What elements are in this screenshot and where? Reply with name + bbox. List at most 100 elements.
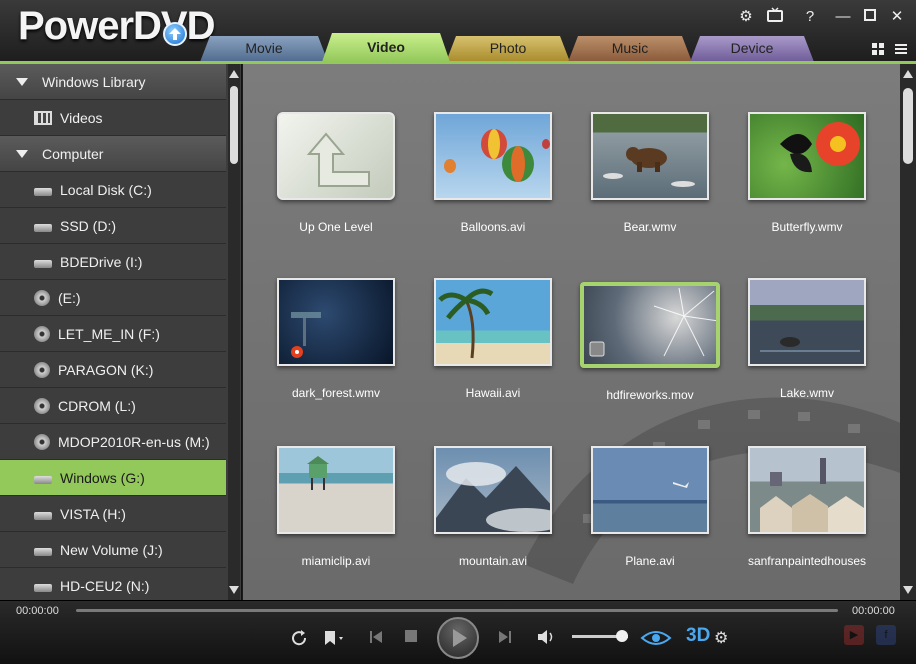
file-tile-sanfranpaintedhouses[interactable]: sanfranpaintedhouses (745, 446, 869, 568)
tab-music[interactable]: Music (568, 36, 692, 62)
sidebar-item-label: PARAGON (K:) (58, 361, 154, 378)
3d-settings-gear-icon[interactable]: ⚙ (714, 628, 728, 648)
sidebar-item-local-disk-c[interactable]: Local Disk (C:) (0, 172, 226, 208)
sidebar-item-cdrom-l[interactable]: CDROM (L:) (0, 388, 226, 424)
collapse-triangle-icon[interactable] (16, 149, 28, 158)
tab-photo[interactable]: Photo (446, 36, 570, 62)
file-name: Lake.wmv (779, 386, 835, 400)
sidebar-item-bdedrive-i[interactable]: BDEDrive (I:) (0, 244, 226, 280)
hard-drive-icon (34, 475, 52, 484)
file-tile-balloons[interactable]: Balloons.avi (431, 112, 555, 234)
scroll-down-arrow-icon[interactable] (229, 586, 239, 594)
thumbnail-view-icon[interactable] (871, 42, 887, 58)
file-browser: Up One Level Balloons.avi Bear.wmv Butte… (243, 64, 900, 600)
hard-drive-icon (34, 187, 52, 196)
film-icon (34, 110, 52, 125)
tab-movie[interactable]: Movie (200, 36, 328, 62)
sidebar-item-let-me-in-f[interactable]: LET_ME_IN (F:) (0, 316, 226, 352)
video-thumbnail (277, 278, 395, 366)
sidebar-group-windows-library[interactable]: Windows Library (0, 64, 226, 100)
file-tile-dark-forest[interactable]: dark_forest.wmv (274, 278, 398, 400)
tv-mode-icon[interactable] (764, 7, 786, 27)
disc-icon (34, 361, 50, 378)
sidebar-scrollbar[interactable] (228, 64, 240, 600)
scroll-up-arrow-icon[interactable] (903, 70, 913, 78)
file-tile-bear[interactable]: Bear.wmv (588, 112, 712, 234)
file-name: Plane.avi (625, 554, 675, 568)
tab-video[interactable]: Video (322, 33, 450, 62)
sidebar-item-label: HD-CEU2 (N:) (60, 577, 150, 594)
stop-icon[interactable] (404, 629, 418, 648)
sidebar: Windows Library Videos Computer Local Di… (0, 64, 242, 600)
help-icon[interactable]: ? (799, 7, 821, 27)
video-thumbnail (434, 446, 552, 534)
up-one-level-icon (277, 112, 395, 200)
sidebar-item-e[interactable]: (E:) (0, 280, 226, 316)
video-thumbnail (748, 278, 866, 366)
sidebar-item-new-volume-j[interactable]: New Volume (J:) (0, 532, 226, 568)
repeat-icon[interactable] (290, 629, 310, 652)
next-icon[interactable] (497, 629, 513, 650)
file-tile-butterfly[interactable]: Butterfly.wmv (745, 112, 869, 234)
time-total: 00:00:00 (852, 605, 895, 617)
video-thumbnail (591, 112, 709, 200)
sidebar-item-videos[interactable]: Videos (0, 100, 226, 136)
disc-icon (34, 397, 50, 414)
sidebar-scrollbar-thumb[interactable] (230, 86, 238, 164)
maximize-icon[interactable] (859, 7, 881, 27)
file-name: Butterfly.wmv (771, 220, 843, 234)
file-tile-up-one-level[interactable]: Up One Level (274, 112, 398, 234)
sidebar-item-ssd-d[interactable]: SSD (D:) (0, 208, 226, 244)
scroll-down-arrow-icon[interactable] (903, 586, 913, 594)
sidebar-item-hd-ceu2-n[interactable]: HD-CEU2 (N:) (0, 568, 226, 600)
file-name: Balloons.avi (460, 220, 526, 234)
file-name: hdfireworks.mov (606, 388, 694, 402)
sidebar-item-paragon-k[interactable]: PARAGON (K:) (0, 352, 226, 388)
sidebar-item-label: Windows (G:) (60, 469, 145, 486)
file-tile-plane[interactable]: Plane.avi (588, 446, 712, 568)
player-control-bar: 00:00:00 00:00:00 3D ⚙ ▶ f (0, 600, 916, 664)
file-tile-miamiclip[interactable]: miamiclip.avi (274, 446, 398, 568)
sidebar-item-mdop-m[interactable]: MDOP2010R-en-us (M:) (0, 424, 226, 460)
video-thumbnail (434, 112, 552, 200)
trueview-eye-icon[interactable] (640, 629, 672, 652)
disc-icon (34, 433, 50, 450)
file-name: Up One Level (299, 220, 373, 234)
time-current: 00:00:00 (16, 605, 59, 617)
title-bar: PowerDVD ⚙ ? — ✕ Movie Photo Music Devic… (0, 0, 916, 62)
sidebar-item-label: Videos (60, 109, 103, 126)
hard-drive-icon (34, 511, 52, 520)
sidebar-item-windows-g[interactable]: Windows (G:) (0, 460, 226, 496)
file-tile-lake[interactable]: Lake.wmv (745, 278, 869, 400)
play-button[interactable] (437, 617, 479, 659)
tab-device[interactable]: Device (690, 36, 814, 62)
facebook-icon[interactable]: f (876, 625, 896, 645)
settings-gear-icon[interactable]: ⚙ (735, 7, 757, 27)
update-icon[interactable] (163, 22, 187, 46)
sidebar-item-label: BDEDrive (I:) (60, 253, 143, 270)
volume-slider-knob[interactable] (616, 630, 628, 642)
file-tile-mountain[interactable]: mountain.avi (431, 446, 555, 568)
bookmark-icon[interactable] (322, 629, 346, 652)
collapse-triangle-icon[interactable] (16, 77, 28, 86)
youtube-icon[interactable]: ▶ (844, 625, 864, 645)
previous-icon[interactable] (368, 629, 384, 650)
3d-toggle[interactable]: 3D (686, 625, 710, 647)
video-thumbnail (580, 282, 720, 368)
file-tile-hdfireworks[interactable]: hdfireworks.mov (578, 282, 722, 402)
hard-drive-icon (34, 583, 52, 592)
file-tile-hawaii[interactable]: Hawaii.avi (431, 278, 555, 400)
close-icon[interactable]: ✕ (886, 7, 908, 27)
list-view-icon[interactable] (894, 42, 910, 58)
sidebar-item-vista-h[interactable]: VISTA (H:) (0, 496, 226, 532)
content-scrollbar[interactable] (900, 64, 916, 600)
sidebar-group-computer[interactable]: Computer (0, 136, 226, 172)
seek-bar[interactable] (76, 609, 838, 612)
scroll-up-arrow-icon[interactable] (229, 70, 239, 78)
sidebar-item-label: MDOP2010R-en-us (M:) (58, 433, 210, 450)
video-thumbnail (748, 446, 866, 534)
content-scrollbar-thumb[interactable] (903, 88, 913, 164)
file-name: sanfranpaintedhouses (747, 554, 867, 568)
minimize-icon[interactable]: — (832, 7, 854, 27)
volume-icon[interactable] (536, 629, 556, 650)
